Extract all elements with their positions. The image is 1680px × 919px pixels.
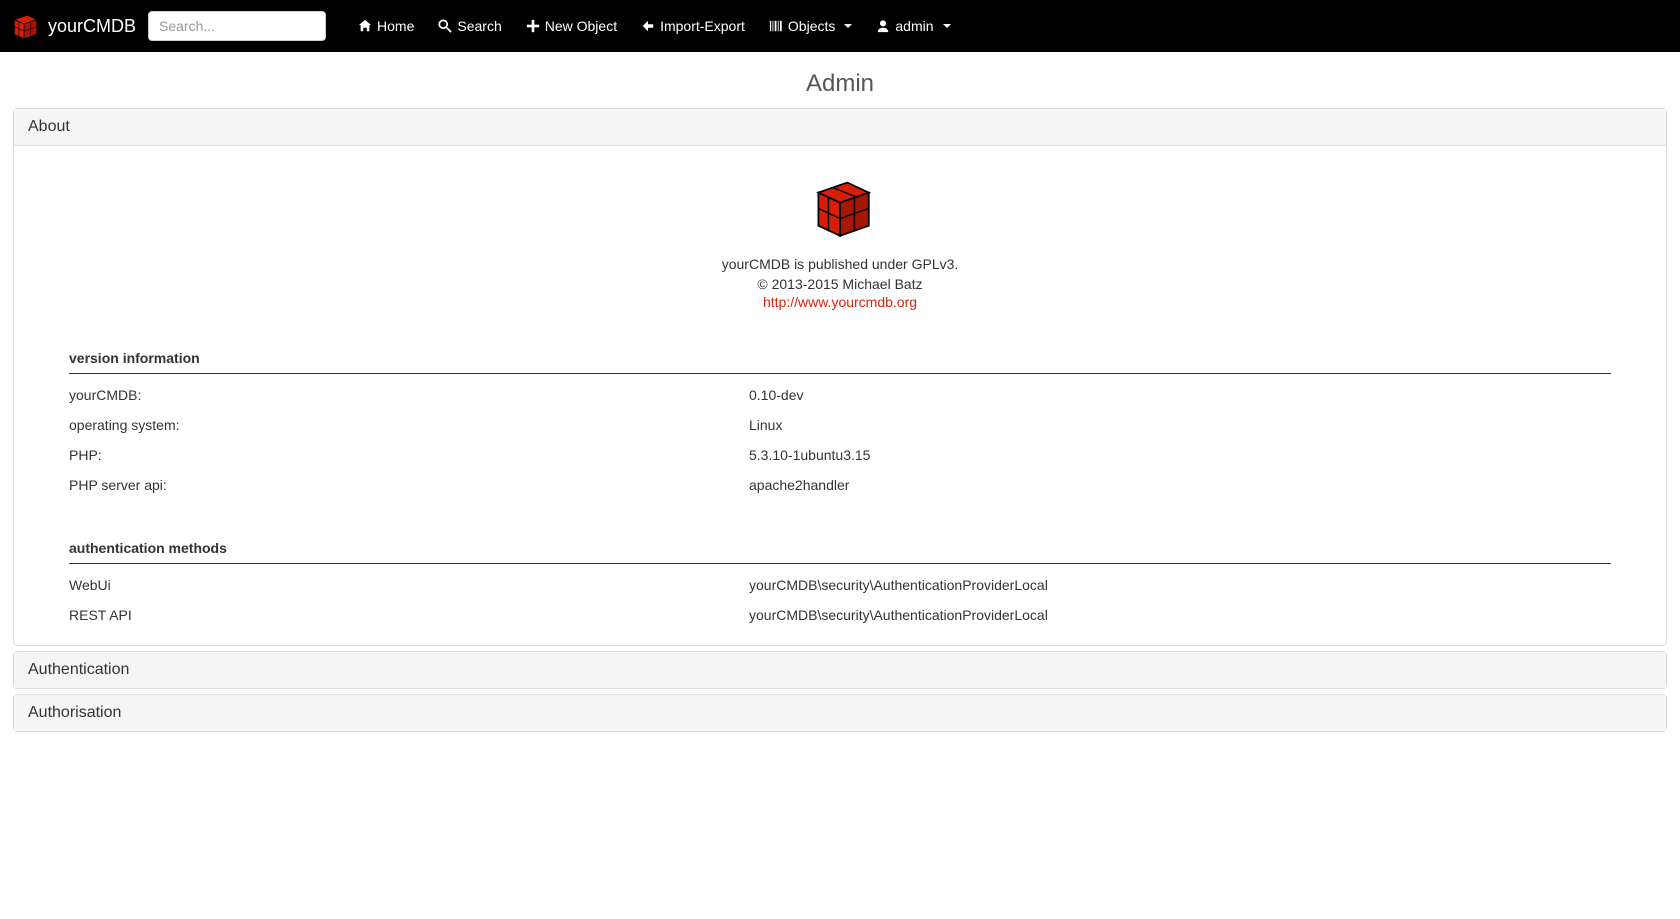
table-row: PHP:5.3.10-1ubuntu3.15 — [69, 440, 1611, 470]
brand[interactable]: yourCMDB — [8, 10, 136, 42]
home-icon — [358, 19, 372, 33]
panel-heading-authentication[interactable]: Authentication — [14, 652, 1666, 688]
about-logo-icon — [804, 171, 876, 243]
nav-admin-user[interactable]: admin — [864, 4, 962, 48]
info-label: PHP: — [69, 447, 749, 463]
barcode-icon — [769, 19, 783, 33]
table-row: operating system:Linux — [69, 410, 1611, 440]
info-label: PHP server api: — [69, 477, 749, 493]
info-value: 5.3.10-1ubuntu3.15 — [749, 447, 1611, 463]
info-label: REST API — [69, 607, 749, 623]
nav-new-object[interactable]: New Object — [514, 4, 629, 48]
info-label: yourCMDB: — [69, 387, 749, 403]
info-label: WebUi — [69, 577, 749, 593]
about-link[interactable]: http://www.yourcmdb.org — [763, 294, 917, 310]
nav-home[interactable]: Home — [346, 4, 426, 48]
table-row: PHP server api:apache2handler — [69, 470, 1611, 500]
info-value: apache2handler — [749, 477, 1611, 493]
nav-search[interactable]: Search — [426, 4, 513, 48]
user-icon — [876, 19, 890, 33]
info-value: Linux — [749, 417, 1611, 433]
panel-authorisation: Authorisation — [13, 694, 1667, 732]
panel-authentication: Authentication — [13, 651, 1667, 689]
table-row: REST APIyourCMDB\security\Authentication… — [69, 600, 1611, 630]
brand-logo-icon — [8, 10, 40, 42]
panel-heading-authorisation[interactable]: Authorisation — [14, 695, 1666, 731]
about-line2: © 2013-2015 Michael Batz — [29, 275, 1651, 295]
caret-down-icon — [943, 24, 951, 28]
search-input[interactable] — [148, 11, 326, 41]
info-label: operating system: — [69, 417, 749, 433]
version-info-title: version information — [69, 350, 1611, 374]
share-icon — [641, 19, 655, 33]
about-line1: yourCMDB is published under GPLv3. — [29, 255, 1651, 275]
info-value: yourCMDB\security\AuthenticationProvider… — [749, 607, 1611, 623]
table-row: yourCMDB:0.10-dev — [69, 380, 1611, 410]
panel-heading-about[interactable]: About — [14, 109, 1666, 146]
brand-name: yourCMDB — [48, 16, 136, 37]
search-icon — [438, 19, 452, 33]
nav-import-export[interactable]: Import-Export — [629, 4, 757, 48]
nav-objects[interactable]: Objects — [757, 4, 864, 48]
navbar: yourCMDB Home Search New Object Import-E… — [0, 0, 1680, 52]
table-row: WebUiyourCMDB\security\AuthenticationPro… — [69, 570, 1611, 600]
info-value: yourCMDB\security\AuthenticationProvider… — [749, 577, 1611, 593]
plus-icon — [526, 19, 540, 33]
page-title: Admin — [0, 70, 1680, 98]
caret-down-icon — [844, 24, 852, 28]
info-value: 0.10-dev — [749, 387, 1611, 403]
panel-about: About yourCMDB is published under GP — [13, 108, 1667, 646]
auth-methods-title: authentication methods — [69, 540, 1611, 564]
